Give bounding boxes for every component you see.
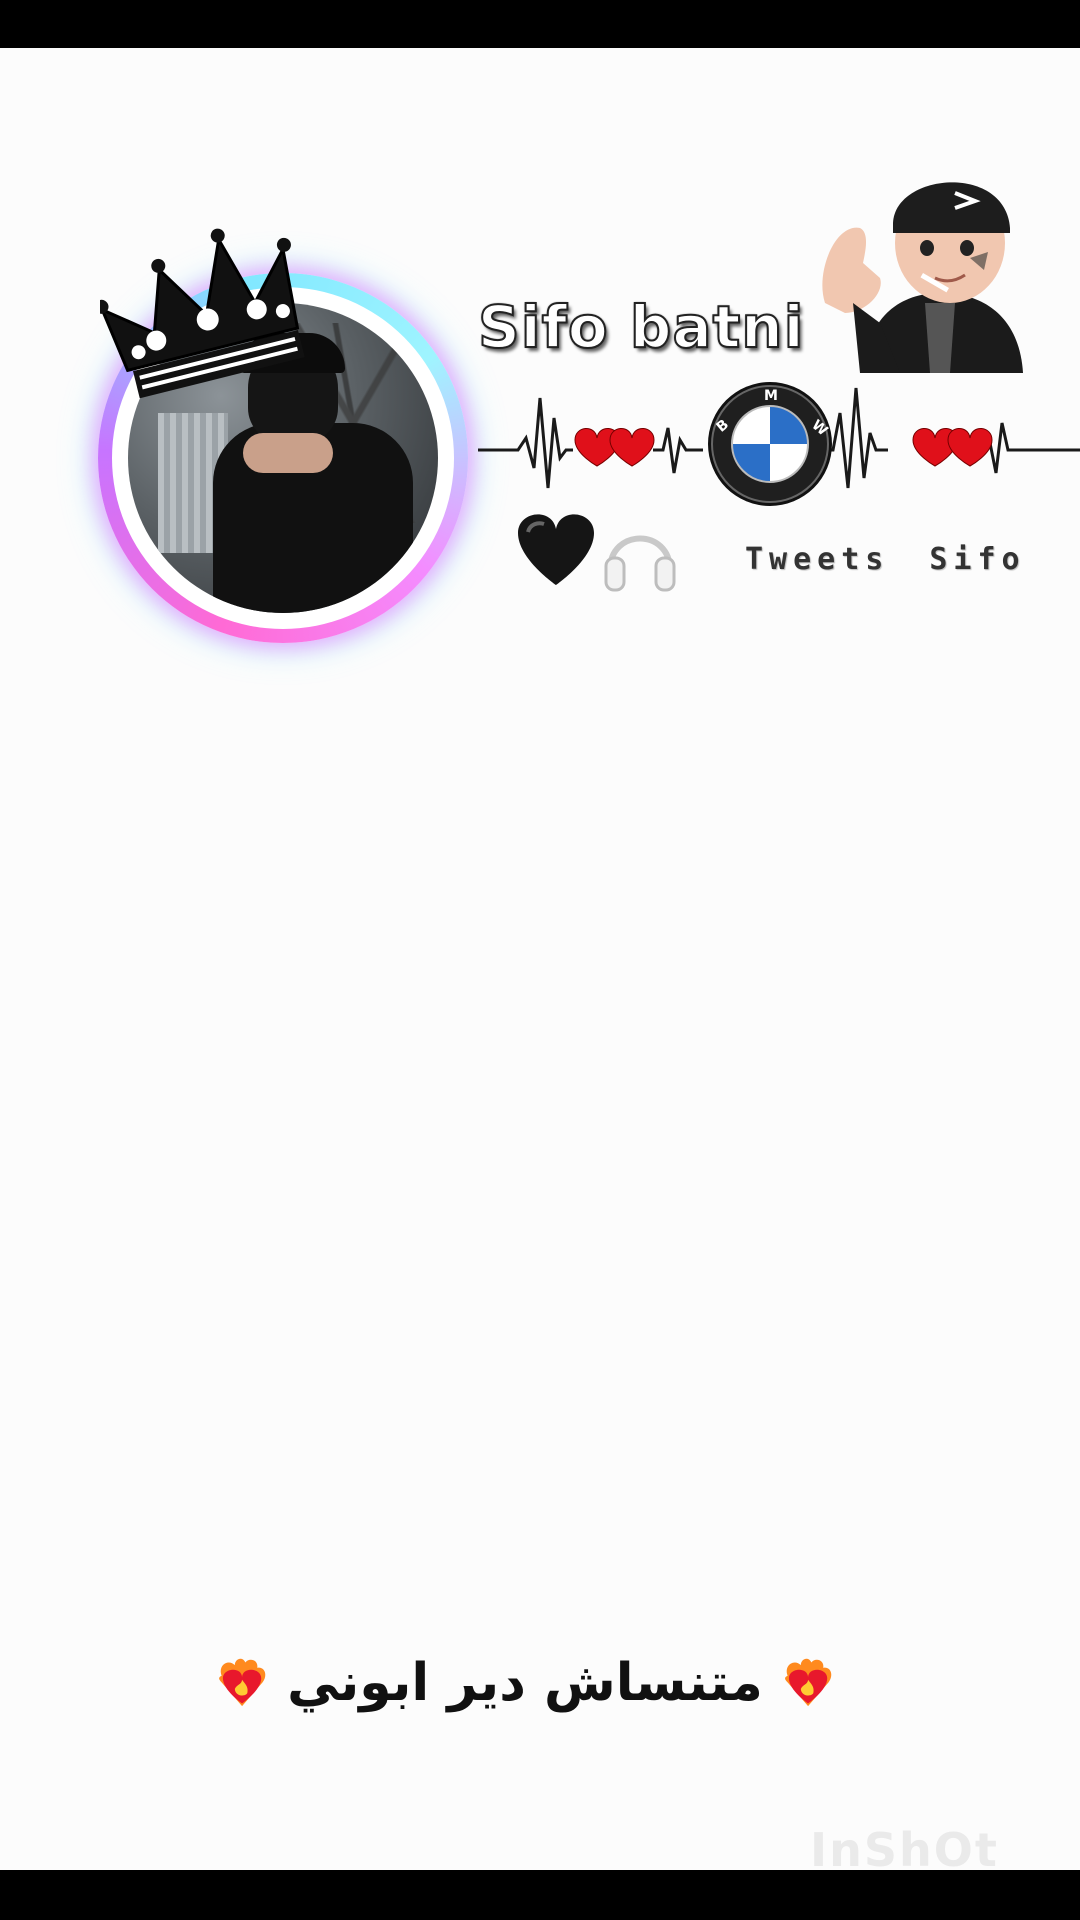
tweets-label: Tweets Sifo: [745, 542, 1065, 582]
profile-name: Sifo batni: [477, 292, 805, 362]
tweets-name: Sifo: [929, 542, 1026, 577]
bmw-logo: B M W: [708, 382, 832, 506]
watermark: InShOt: [810, 1823, 999, 1870]
black-heart-icon: [518, 514, 594, 585]
heart-on-fire-icon: [784, 1658, 832, 1707]
emoji-row: [518, 514, 676, 592]
headphones-icon: [604, 535, 676, 592]
caption: متنساش دير ابوني: [215, 1633, 835, 1733]
red-hearts-icon: [574, 428, 655, 467]
memoji-character-icon: [822, 182, 1023, 373]
heart-on-fire-icon: [219, 1658, 266, 1707]
screen: Sifo batni B M W Tweets Sifo متنساش دير …: [0, 0, 1080, 1920]
profile-avatar-group: [90, 228, 480, 648]
crown-icon: [100, 228, 305, 398]
heartbeat-line-icon: B M W: [478, 382, 1080, 506]
video-frame: Sifo batni B M W Tweets Sifo متنساش دير …: [0, 48, 1080, 1870]
bmw-letter: M: [764, 388, 778, 404]
caption-text: متنساش دير ابوني: [287, 1653, 763, 1713]
tweets-word: Tweets: [745, 542, 890, 577]
bottom-letterbox: [0, 1870, 1080, 1920]
red-hearts-icon: [912, 428, 993, 467]
top-letterbox: [0, 0, 1080, 48]
